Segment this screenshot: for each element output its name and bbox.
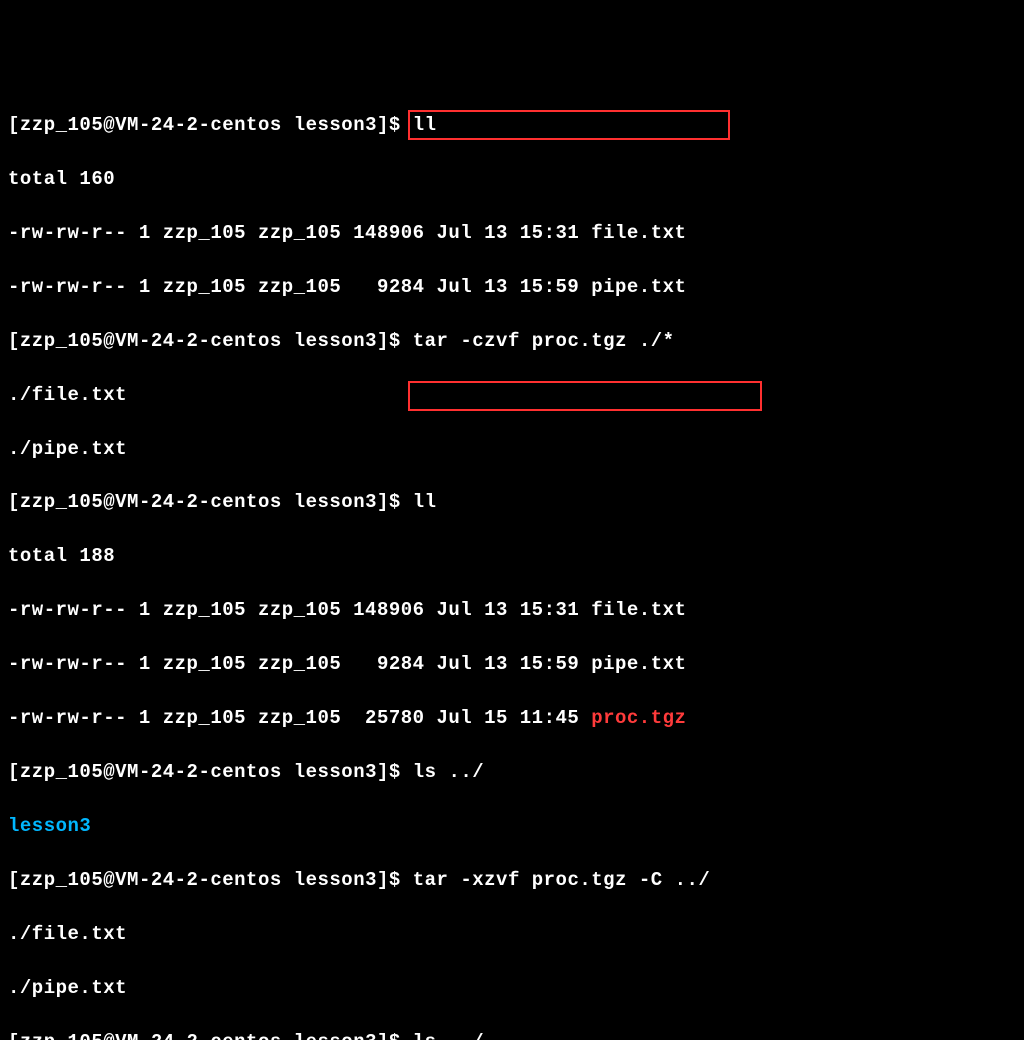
file-row: -rw-rw-r-- 1 zzp_105 zzp_105 25780 Jul 1… xyxy=(8,705,1016,732)
tar-output: ./pipe.txt xyxy=(8,975,1016,1002)
prompt: [zzp_105@VM-24-2-centos lesson3]$ xyxy=(8,869,401,891)
directory-name: lesson3 xyxy=(8,815,91,837)
tar-output: ./pipe.txt xyxy=(8,436,1016,463)
file-row: -rw-rw-r-- 1 zzp_105 zzp_105 148906 Jul … xyxy=(8,597,1016,624)
command-input[interactable]: ls ../ xyxy=(413,1031,484,1040)
terminal-line: [zzp_105@VM-24-2-centos lesson3]$ ls ../ xyxy=(8,1029,1016,1040)
ls-output: lesson3 xyxy=(8,813,1016,840)
file-row: -rw-rw-r-- 1 zzp_105 zzp_105 9284 Jul 13… xyxy=(8,274,1016,301)
prompt: [zzp_105@VM-24-2-centos lesson3]$ xyxy=(8,114,401,136)
command-input[interactable]: tar -czvf proc.tgz ./* xyxy=(413,330,675,352)
terminal-line: [zzp_105@VM-24-2-centos lesson3]$ tar -c… xyxy=(8,328,1016,355)
terminal-line: [zzp_105@VM-24-2-centos lesson3]$ ll xyxy=(8,112,1016,139)
prompt: [zzp_105@VM-24-2-centos lesson3]$ xyxy=(8,1031,401,1040)
output-total: total 188 xyxy=(8,543,1016,570)
command-input[interactable]: ls ../ xyxy=(413,761,484,783)
terminal-line: [zzp_105@VM-24-2-centos lesson3]$ ll xyxy=(8,489,1016,516)
file-row: -rw-rw-r-- 1 zzp_105 zzp_105 9284 Jul 13… xyxy=(8,651,1016,678)
prompt: [zzp_105@VM-24-2-centos lesson3]$ xyxy=(8,330,401,352)
file-row: -rw-rw-r-- 1 zzp_105 zzp_105 148906 Jul … xyxy=(8,220,1016,247)
archive-file: proc.tgz xyxy=(591,707,686,729)
command-input[interactable]: ll xyxy=(413,114,437,136)
command-input[interactable]: ll xyxy=(413,491,437,513)
tar-output: ./file.txt xyxy=(8,921,1016,948)
tar-output: ./file.txt xyxy=(8,382,1016,409)
prompt: [zzp_105@VM-24-2-centos lesson3]$ xyxy=(8,491,401,513)
terminal-line: [zzp_105@VM-24-2-centos lesson3]$ ls ../ xyxy=(8,759,1016,786)
output-total: total 160 xyxy=(8,166,1016,193)
prompt: [zzp_105@VM-24-2-centos lesson3]$ xyxy=(8,761,401,783)
terminal-line: [zzp_105@VM-24-2-centos lesson3]$ tar -x… xyxy=(8,867,1016,894)
command-input[interactable]: tar -xzvf proc.tgz -C ../ xyxy=(413,869,711,891)
